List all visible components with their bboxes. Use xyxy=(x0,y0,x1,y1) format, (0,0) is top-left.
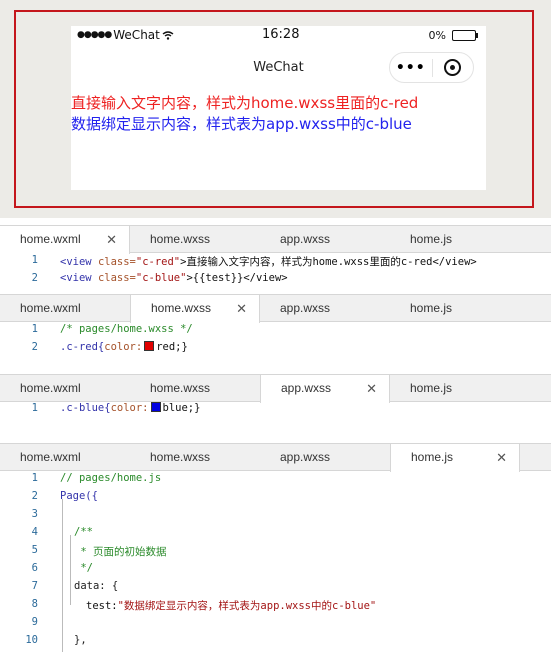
line-number: 8 xyxy=(31,598,38,610)
code-line: // pages/home.js xyxy=(60,472,162,484)
code-line: /* pages/home.wxss */ xyxy=(60,323,193,335)
line-number: 7 xyxy=(31,580,38,592)
editor-tabbar: home.wxml home.wxss app.wxss home.js ✕ xyxy=(0,443,551,472)
tab-home-wxml[interactable]: home.wxml ✕ xyxy=(0,226,130,254)
line-number: 9 xyxy=(31,616,38,628)
battery-icon xyxy=(452,30,478,41)
code-line: * 页面的初始数据 xyxy=(74,546,167,558)
line-number: 1 xyxy=(31,402,38,414)
line-number: 1 xyxy=(31,254,38,266)
target-icon[interactable] xyxy=(432,59,473,76)
tab-home-js[interactable]: home.js xyxy=(390,295,520,322)
editor-tabbar: home.wxml ✕ home.wxss app.wxss home.js xyxy=(0,225,551,254)
tab-home-wxss[interactable]: home.wxss xyxy=(130,375,260,402)
indent-guide xyxy=(70,535,71,605)
close-icon[interactable]: ✕ xyxy=(236,295,247,322)
line-number: 5 xyxy=(31,544,38,556)
code-line: /** xyxy=(74,526,93,538)
editor-tabbar: home.wxml home.wxss ✕ app.wxss home.js xyxy=(0,294,551,323)
code-line: <view class="c-blue">{{test}}</view> xyxy=(60,272,288,284)
line-number: 4 xyxy=(31,526,38,538)
tab-home-wxml[interactable]: home.wxml xyxy=(0,295,130,322)
line-number: 2 xyxy=(31,272,38,284)
tab-home-wxml[interactable]: home.wxml xyxy=(0,444,130,471)
more-dots-icon[interactable]: ••• xyxy=(390,60,432,76)
tab-home-wxss[interactable]: home.wxss ✕ xyxy=(130,295,260,323)
status-time: 16:28 xyxy=(262,27,300,42)
close-icon[interactable]: ✕ xyxy=(496,444,507,471)
tab-home-wxss[interactable]: home.wxss xyxy=(130,226,260,253)
carrier-label: WeChat xyxy=(113,28,160,42)
tab-home-js[interactable]: home.js xyxy=(390,226,520,253)
close-icon[interactable]: ✕ xyxy=(106,226,117,253)
battery-percent: 0% xyxy=(428,29,446,42)
blue-text-line: 数据绑定显示内容，样式表为app.wxss中的c-blue xyxy=(71,115,412,133)
tab-app-wxss[interactable]: app.wxss xyxy=(260,226,390,253)
line-number: 3 xyxy=(31,508,38,520)
editor-tabbar: home.wxml home.wxss app.wxss ✕ home.js xyxy=(0,374,551,403)
code-line: data: { xyxy=(74,580,119,592)
line-number: 1 xyxy=(31,472,38,484)
tab-home-js[interactable]: home.js ✕ xyxy=(390,444,520,472)
line-number: 2 xyxy=(31,341,38,353)
wifi-icon xyxy=(162,30,174,40)
color-swatch[interactable] xyxy=(144,341,155,351)
code-editor-wxml[interactable]: 1 <view class="c-red">直接输入文字内容，样式为home.w… xyxy=(0,253,551,293)
code-line: */ xyxy=(74,562,93,574)
indent-guide xyxy=(62,499,63,652)
code-editor-app-wxss[interactable]: 1 .c-blue{color: blue;} xyxy=(0,402,551,442)
line-number: 10 xyxy=(25,634,38,646)
line-number: 2 xyxy=(31,490,38,502)
code-line: <view class="c-red">直接输入文字内容，样式为home.wxs… xyxy=(60,256,477,268)
tab-app-wxss[interactable]: app.wxss ✕ xyxy=(260,375,390,403)
code-line: .c-red{color: red;} xyxy=(60,341,188,353)
color-swatch[interactable] xyxy=(150,402,161,412)
code-line: Page({ xyxy=(60,490,98,502)
code-line: test:"数据绑定显示内容，样式表为app.wxss中的c-blue" xyxy=(86,600,377,612)
code-editor-home-js[interactable]: 1 // pages/home.js 2 Page({ 3 4 /** 5 * … xyxy=(0,471,551,652)
tab-app-wxss[interactable]: app.wxss xyxy=(260,295,390,322)
line-number: 1 xyxy=(31,323,38,335)
capsule-menu[interactable]: ••• xyxy=(389,52,474,83)
code-line: }, xyxy=(74,634,87,646)
tab-home-wxss[interactable]: home.wxss xyxy=(130,444,260,471)
tab-app-wxss[interactable]: app.wxss xyxy=(260,444,390,471)
status-carrier: ●●●●● WeChat xyxy=(77,28,174,42)
tab-home-wxml[interactable]: home.wxml xyxy=(0,375,130,402)
close-icon[interactable]: ✕ xyxy=(366,375,377,402)
status-battery: 0% xyxy=(428,29,478,42)
line-number: 6 xyxy=(31,562,38,574)
red-text-line: 直接输入文字内容，样式为home.wxss里面的c-red xyxy=(71,94,419,112)
code-editor-home-wxss[interactable]: 1 /* pages/home.wxss */ 2 .c-red{color: r… xyxy=(0,322,551,372)
tab-home-js[interactable]: home.js xyxy=(390,375,520,402)
code-line: .c-blue{color: blue;} xyxy=(60,402,201,414)
signal-dots-icon: ●●●●● xyxy=(77,30,112,40)
